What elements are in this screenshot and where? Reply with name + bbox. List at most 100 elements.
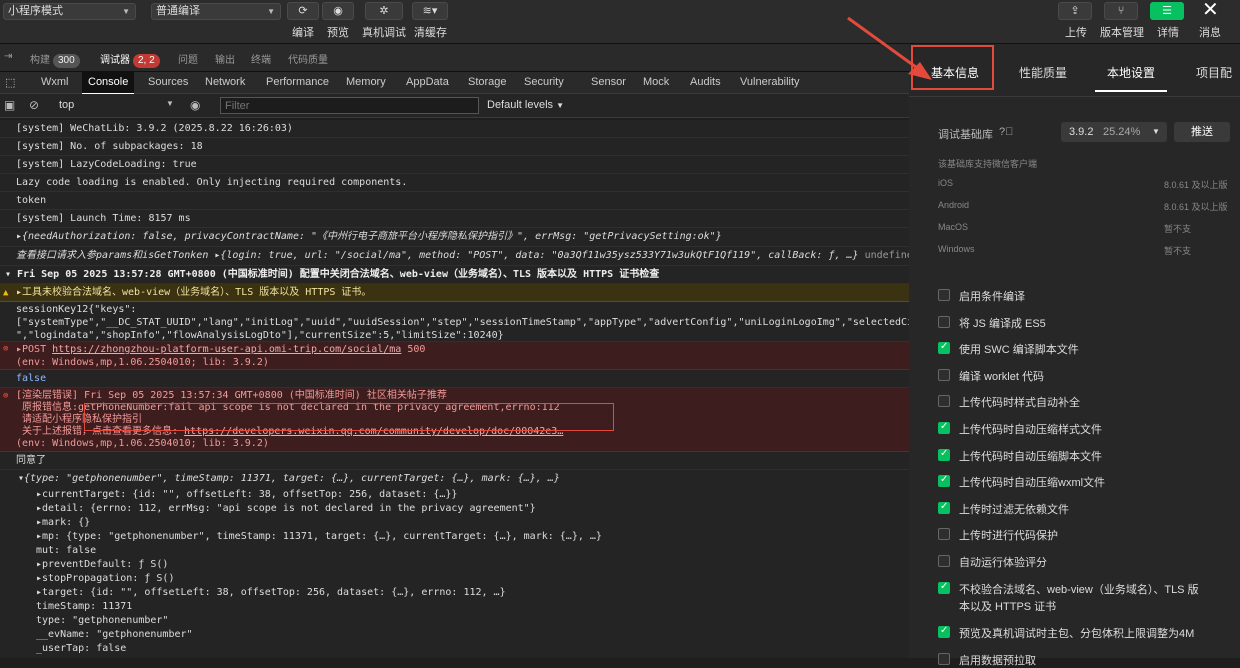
tab-sources[interactable]: Sources <box>148 76 188 88</box>
platform-name: Android <box>938 200 970 210</box>
push-button[interactable]: 推送 <box>1174 122 1230 142</box>
tab-terminal[interactable]: 终端 <box>251 51 271 66</box>
log-object[interactable]: ▾{type: "getphonenumber", timeStamp: 113… <box>0 470 909 488</box>
tab-console[interactable]: Console <box>82 72 135 94</box>
console-filter-bar: ▣ ⊘ top ▼ ◉ Default levels ▼ <box>0 94 909 118</box>
property-row[interactable]: ▸currentTarget: {id: "", offsetLeft: 38,… <box>0 488 909 502</box>
levels-select[interactable]: Default levels ▼ <box>487 99 564 111</box>
property-row[interactable]: ▸stopPropagation: ƒ S() <box>0 572 909 586</box>
preview-button[interactable]: ◉ <box>322 2 354 20</box>
tab-code-quality[interactable]: 代码质量 <box>288 51 328 66</box>
log-text: 原报错信息: <box>22 402 79 413</box>
chevron-down-icon: ▼ <box>166 99 174 108</box>
tab-performance-quality[interactable]: 性能质量 <box>1019 64 1067 81</box>
inspect-icon[interactable]: ⬚ <box>5 76 15 89</box>
close-icon[interactable]: ✕ <box>1202 0 1219 22</box>
log-line: [system] No. of subpackages: 18 <box>0 138 909 156</box>
log-object[interactable]: 查看接口请求入参params和isGetTonken ▸{login: true… <box>0 247 909 266</box>
tab-audits[interactable]: Audits <box>690 76 721 88</box>
tab-build[interactable]: 构建 300 <box>30 51 80 68</box>
error-line[interactable]: ⊗ ▸POST https://zhongzhou-platform-user-a… <box>0 342 909 370</box>
tab-security[interactable]: Security <box>524 76 564 88</box>
tab-network[interactable]: Network <box>205 76 245 88</box>
option-label: 将 JS 编译成 ES5 <box>959 317 1046 330</box>
option-checkbox[interactable] <box>938 289 950 301</box>
env-text: (env: Windows,mp,1.06.2504010; lib: 3.9.… <box>16 438 269 449</box>
context-select[interactable]: top <box>59 99 74 111</box>
option-checkbox[interactable] <box>938 501 950 514</box>
property-row[interactable]: ▸preventDefault: ƒ S() <box>0 558 909 572</box>
tab-memory[interactable]: Memory <box>346 76 386 88</box>
warning-line[interactable]: ▲ ▸工具未校验合法域名、web-view（业务域名）、TLS 版本以及 HTTP… <box>0 284 909 302</box>
tab-storage[interactable]: Storage <box>468 76 507 88</box>
tab-issues[interactable]: 问题 <box>178 51 198 66</box>
devtools-tabs: ⬚ Wxml Console Sources Network Performan… <box>0 72 909 94</box>
option-checkbox[interactable] <box>938 395 950 408</box>
eye-icon[interactable]: ◉ <box>190 98 200 112</box>
option-checkbox[interactable] <box>938 341 950 355</box>
tab-build-label: 构建 <box>30 55 50 66</box>
build-count-badge: 300 <box>53 54 80 68</box>
upload-button[interactable]: ⇪ <box>1058 2 1092 20</box>
property-row[interactable]: mut: false <box>0 544 909 558</box>
option-checkbox[interactable] <box>938 652 950 665</box>
tab-vulnerability[interactable]: Vulnerability <box>740 76 800 88</box>
clear-cache-button[interactable]: ≋▾ <box>412 2 448 20</box>
filter-input[interactable] <box>220 97 479 114</box>
option-checkbox[interactable] <box>938 555 950 567</box>
option-label: 上传代码时自动压缩样式文件 <box>959 424 1102 436</box>
option-label: 使用 SWC 编译脚本文件 <box>959 344 1079 357</box>
option-label: 启用条件编译 <box>959 291 1025 303</box>
option-checkbox[interactable] <box>938 581 950 594</box>
option-label: 本以及 HTTPS 证书 <box>959 600 1057 613</box>
option-checkbox[interactable] <box>938 625 950 639</box>
property-row[interactable]: ▸detail: {errno: 112, errMsg: "api scope… <box>0 502 909 516</box>
version-button[interactable]: ⑂ <box>1104 2 1138 20</box>
property-row[interactable]: _userTap: false <box>0 642 909 656</box>
lib-version-select[interactable]: 3.9.2 25.24% ▼ <box>1061 122 1167 142</box>
active-tab-indicator <box>1095 90 1167 92</box>
tab-wxml[interactable]: Wxml <box>41 76 69 88</box>
log-object[interactable]: ▸{needAuthorization: false, privacyContr… <box>0 228 909 247</box>
lib-percent: 25.24% <box>1103 126 1141 138</box>
help-icon[interactable]: ?⃝ <box>999 126 1013 138</box>
platform-version: 8.0.61 及以上版 <box>1164 180 1228 190</box>
log-line: Lazy code loading is enabled. Only injec… <box>0 174 909 192</box>
tab-local-settings[interactable]: 本地设置 <box>1107 64 1155 81</box>
details-button[interactable]: ☰ <box>1150 2 1184 20</box>
compile-select[interactable]: 普通编译 ▼ <box>151 3 281 20</box>
mode-select[interactable]: 小程序模式 ▼ <box>3 3 136 20</box>
tab-sensor[interactable]: Sensor <box>591 76 626 88</box>
option-checkbox[interactable] <box>938 474 950 488</box>
request-link[interactable]: https://zhongzhou-platform-user-api.omi-… <box>52 344 401 355</box>
tab-output[interactable]: 输出 <box>215 51 235 66</box>
warning-text: ▸工具未校验合法域名、web-view（业务域名）、TLS 版本以及 HTTPS… <box>16 287 372 298</box>
clear-console-icon[interactable]: ⊘ <box>29 98 39 112</box>
property-row[interactable]: ▸mp: {type: "getphonenumber", timeStamp:… <box>0 530 909 544</box>
property-row[interactable]: timeStamp: 11371 <box>0 600 909 614</box>
tab-project-config[interactable]: 项目配 <box>1196 64 1232 81</box>
platform-version: 暂不支 <box>1164 246 1192 256</box>
tab-performance[interactable]: Performance <box>266 76 329 88</box>
log-group[interactable]: ▾ Fri Sep 05 2025 13:57:28 GMT+0800 (中国标… <box>0 266 909 284</box>
property-row[interactable]: ▸mark: {} <box>0 516 909 530</box>
property-row[interactable]: __evName: "getphonenumber" <box>0 628 909 642</box>
option-checkbox[interactable] <box>938 421 950 434</box>
tab-appdata[interactable]: AppData <box>406 76 449 88</box>
property-row[interactable]: type: "getphonenumber" <box>0 614 909 628</box>
dock-icon[interactable]: ⇥ <box>4 51 12 62</box>
property-row[interactable]: ▸target: {id: "", offsetLeft: 38, offset… <box>0 586 909 600</box>
sidebar-toggle-icon[interactable]: ▣ <box>4 98 15 112</box>
log-session-key: sessionKey12{"keys": ["systemType","__DC_… <box>0 302 909 342</box>
option-checkbox[interactable] <box>938 448 950 461</box>
option-checkbox[interactable] <box>938 528 950 541</box>
remote-debug-button[interactable]: ✲ <box>365 2 403 20</box>
details-panel: 基本信息 性能质量 本地设置 项目配 调试基础库 ?⃝ 3.9.2 25.24%… <box>909 44 1240 667</box>
option-label: 启用数据预拉取 <box>959 654 1036 667</box>
compile-select-value: 普通编译 <box>156 5 200 17</box>
option-checkbox[interactable] <box>938 368 950 381</box>
compile-button[interactable]: ⟳ <box>287 2 319 20</box>
option-checkbox[interactable] <box>938 315 950 328</box>
tab-mock[interactable]: Mock <box>643 76 669 88</box>
tab-debugger[interactable]: 调试器 2, 2 <box>100 51 160 68</box>
